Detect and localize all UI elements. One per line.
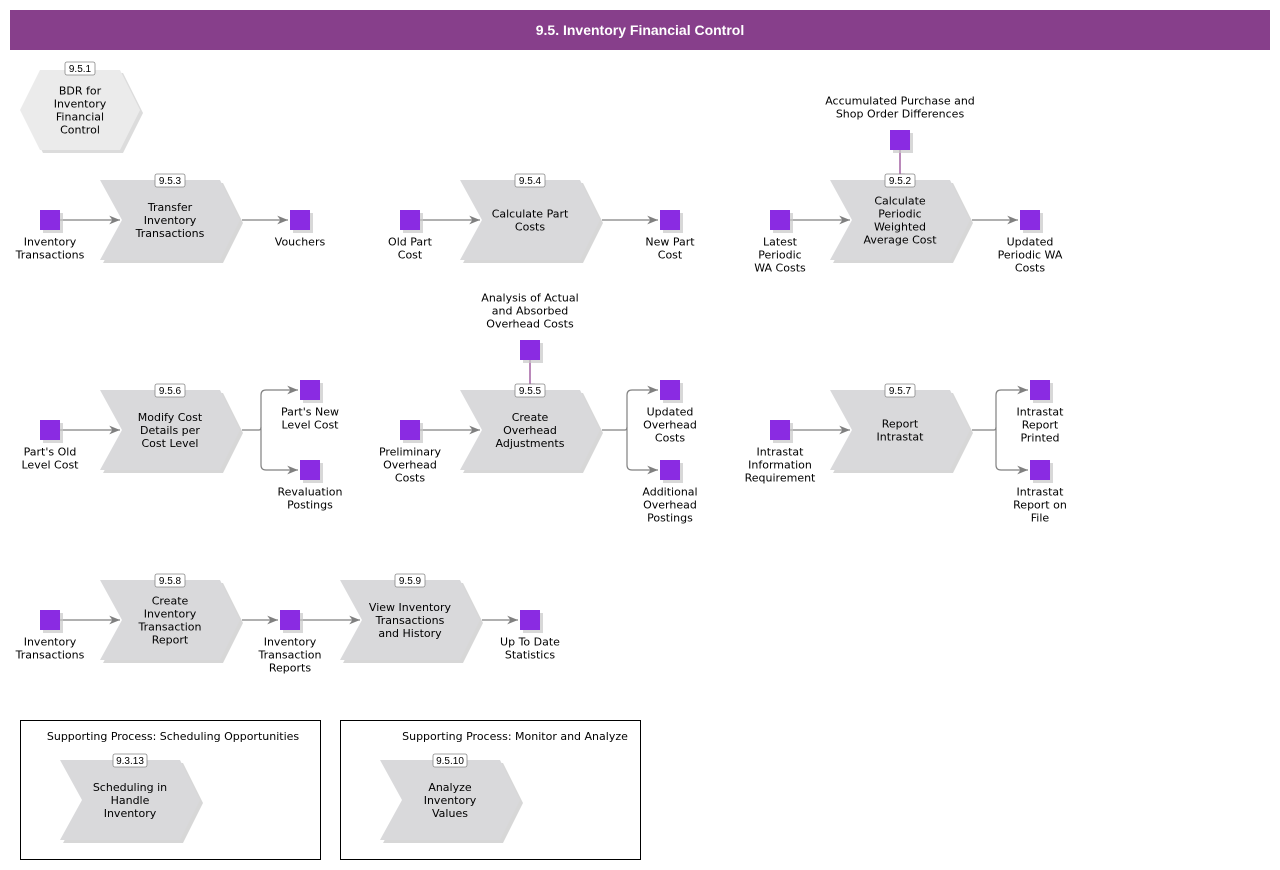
information-object-icon bbox=[400, 210, 420, 230]
process-9-5-3[interactable]: 9.5.3Transfer Inventory Transactions bbox=[100, 173, 243, 263]
process-id-badge: 9.3.13 bbox=[112, 753, 148, 768]
information-object-icon bbox=[520, 610, 540, 630]
information-object[interactable]: Part's New Level Cost bbox=[281, 380, 339, 432]
svg-text:9.5.6: 9.5.6 bbox=[159, 386, 182, 397]
information-object-label: Part's Old Level Cost bbox=[22, 446, 80, 472]
svg-text:9.5.2: 9.5.2 bbox=[889, 176, 912, 187]
branch-connector bbox=[626, 427, 658, 475]
information-object-label: Additional Overhead Postings bbox=[642, 486, 697, 525]
process-id-badge: 9.5.3 bbox=[154, 173, 186, 188]
information-object-label: Updated Overhead Costs bbox=[643, 406, 697, 445]
svg-text:9.5.3: 9.5.3 bbox=[159, 176, 182, 187]
information-object-label: Old Part Cost bbox=[388, 236, 433, 262]
information-object-icon bbox=[300, 460, 320, 480]
process-id-badge: 9.5.1 bbox=[64, 61, 96, 76]
information-object[interactable]: Up To Date Statistics bbox=[500, 610, 560, 662]
process-9-5-5[interactable]: 9.5.5Create Overhead Adjustments bbox=[460, 383, 603, 473]
information-object-icon bbox=[660, 460, 680, 480]
svg-text:9.5.10: 9.5.10 bbox=[436, 756, 464, 767]
bdr-label: BDR for Inventory Financial Control bbox=[54, 85, 107, 137]
supporting-process-9-3-13[interactable]: 9.3.13Scheduling in Handle Inventory bbox=[60, 753, 203, 843]
information-object-label: Intrastat Report Printed bbox=[1017, 406, 1065, 445]
process-label: Modify Cost Details per Cost Level bbox=[138, 411, 203, 450]
information-object-label: Preliminary Overhead Costs bbox=[379, 446, 442, 485]
information-object-label: New Part Cost bbox=[645, 236, 695, 262]
process-id-badge: 9.5.2 bbox=[884, 173, 916, 188]
information-object-icon bbox=[300, 380, 320, 400]
information-object-icon bbox=[660, 380, 680, 400]
information-object[interactable]: Inventory Transactions bbox=[15, 610, 85, 662]
svg-text:9.3.13: 9.3.13 bbox=[116, 756, 144, 767]
process-9-5-6[interactable]: 9.5.6 Modify Cost Details per Cost Level bbox=[100, 383, 243, 473]
information-object-label: Up To Date Statistics bbox=[500, 636, 560, 662]
svg-text:9.5.7: 9.5.7 bbox=[889, 386, 912, 397]
information-object-icon bbox=[40, 210, 60, 230]
information-object-label: Intrastat Information Requirement bbox=[745, 446, 816, 485]
information-object[interactable]: New Part Cost bbox=[645, 210, 695, 262]
process-9-5-8[interactable]: 9.5.8Create Inventory Transaction Report bbox=[100, 573, 243, 663]
process-9-5-9[interactable]: 9.5.9 View Inventory Transactions and Histo… bbox=[340, 573, 483, 663]
information-object-label: Part's New Level Cost bbox=[281, 406, 339, 432]
information-object-label: Inventory Transactions bbox=[15, 636, 85, 662]
process-id-badge: 9.5.9 bbox=[394, 573, 426, 588]
process-id-badge: 9.5.6 bbox=[154, 383, 186, 398]
information-object-icon bbox=[1030, 380, 1050, 400]
process-9-5-7[interactable]: 9.5.7 Report Intrastat bbox=[830, 383, 973, 473]
information-object-icon bbox=[280, 610, 300, 630]
process-id-badge: 9.5.5 bbox=[514, 383, 546, 398]
information-object-icon bbox=[520, 340, 540, 360]
information-object-label: Revaluation Postings bbox=[277, 486, 342, 512]
information-object-label: Vouchers bbox=[275, 236, 326, 249]
process-9-5-4[interactable]: 9.5.4Calculate Part Costs bbox=[460, 173, 603, 263]
svg-text:9.5.5: 9.5.5 bbox=[519, 386, 542, 397]
information-object-label: Intrastat Report on File bbox=[1013, 486, 1067, 525]
supporting-process-title: Supporting Process: Monitor and Analyze bbox=[402, 730, 628, 743]
information-object[interactable]: Vouchers bbox=[275, 210, 326, 249]
information-object-label: Inventory Transactions bbox=[15, 236, 85, 262]
svg-text:9.5.1: 9.5.1 bbox=[69, 64, 92, 75]
information-object-label: Latest Periodic WA Costs bbox=[754, 236, 806, 275]
information-object-icon bbox=[400, 420, 420, 440]
information-object-label: Analysis of Actual and Absorbed Overhead C… bbox=[481, 292, 578, 331]
information-object-icon bbox=[770, 210, 790, 230]
information-object-icon bbox=[1030, 460, 1050, 480]
information-object[interactable]: Inventory Transactions bbox=[15, 210, 85, 262]
process-id-badge: 9.5.7 bbox=[884, 383, 916, 398]
information-object[interactable]: Revaluation Postings bbox=[277, 460, 343, 512]
process-id-badge: 9.5.10 bbox=[432, 753, 468, 768]
information-object-icon bbox=[40, 610, 60, 630]
process-9-5-2[interactable]: 9.5.2Calculate Periodic Weighted Average Co… bbox=[830, 173, 973, 263]
process-id-badge: 9.5.8 bbox=[154, 573, 186, 588]
information-object[interactable]: Part's Old Level Cost bbox=[22, 420, 80, 472]
svg-text:9.5.9: 9.5.9 bbox=[399, 576, 422, 587]
information-object-label: Accumulated Purchase and Shop Order Diffe… bbox=[825, 95, 975, 121]
bdr-hexagon[interactable]: 9.5.1 BDR for Inventory Financial Control bbox=[20, 61, 143, 153]
information-object[interactable]: Accumulated Purchase and Shop Order Diffe… bbox=[825, 95, 975, 154]
process-id-badge: 9.5.4 bbox=[514, 173, 546, 188]
process-diagram: 9.5.1BDR for Inventory Financial Control9.5… bbox=[15, 61, 1067, 860]
process-label: Report Intrastat bbox=[877, 418, 925, 444]
information-object-icon bbox=[890, 130, 910, 150]
supporting-process-9-5-10[interactable]: 9.5.10Analyze Inventory Values bbox=[380, 753, 523, 843]
information-object-icon bbox=[660, 210, 680, 230]
information-object-icon bbox=[1020, 210, 1040, 230]
information-object-icon bbox=[770, 420, 790, 440]
branch-connector bbox=[260, 427, 298, 475]
information-object-label: Updated Periodic WA Costs bbox=[998, 236, 1063, 275]
information-object-icon bbox=[40, 420, 60, 440]
information-object-label: Inventory Transaction Reports bbox=[258, 636, 322, 675]
supporting-process-title: Supporting Process: Scheduling Opportuni… bbox=[47, 730, 300, 743]
information-object[interactable]: Old Part Cost bbox=[388, 210, 433, 262]
process-label: View Inventory Transactions and History bbox=[369, 601, 452, 640]
information-object[interactable]: Analysis of Actual and Absorbed Overhead C… bbox=[481, 292, 579, 364]
information-object-icon bbox=[290, 210, 310, 230]
svg-text:9.5.4: 9.5.4 bbox=[519, 176, 542, 187]
svg-text:9.5.8: 9.5.8 bbox=[159, 576, 182, 587]
